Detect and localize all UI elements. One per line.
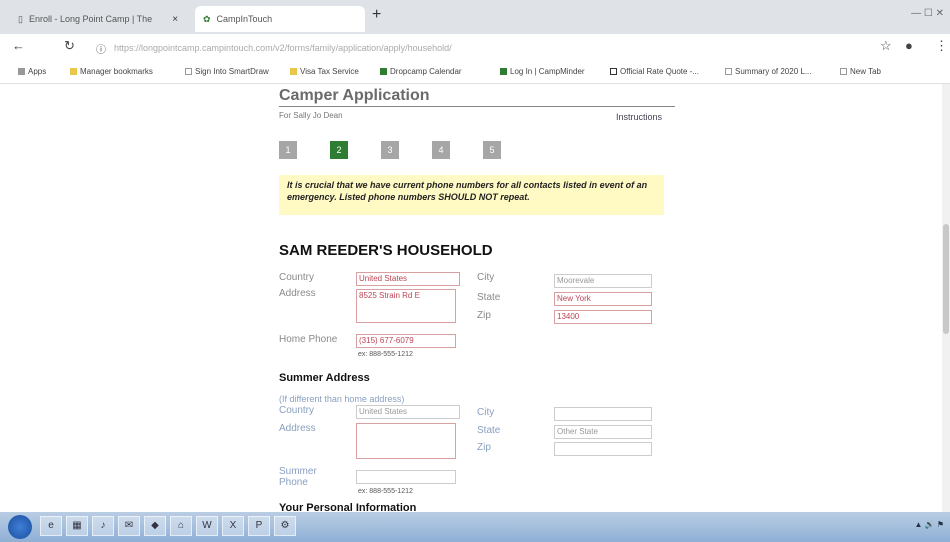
taskbar-app-icon[interactable]: ⚙ bbox=[274, 516, 296, 536]
bookmark-item[interactable]: Official Rate Quote -... bbox=[610, 67, 699, 76]
reload-icon[interactable]: ↻ bbox=[64, 38, 75, 54]
phone-notice: It is crucial that we have current phone… bbox=[279, 175, 664, 215]
page-icon: ▯ bbox=[18, 13, 23, 24]
star-icon[interactable]: ☆ bbox=[880, 38, 892, 54]
step-1[interactable]: 1 bbox=[279, 141, 297, 159]
folder-icon bbox=[290, 68, 297, 75]
folder-icon bbox=[70, 68, 77, 75]
system-tray[interactable]: ▲ 🔊 ⚑ bbox=[915, 520, 945, 529]
taskbar-app-icon[interactable]: P bbox=[248, 516, 270, 536]
tab-label: Enroll - Long Point Camp | The bbox=[28, 14, 153, 24]
back-icon[interactable]: ← bbox=[12, 38, 25, 53]
summer-state-select[interactable]: Other State bbox=[554, 425, 652, 439]
city-label: City bbox=[477, 272, 495, 283]
green-icon bbox=[500, 68, 507, 75]
page-icon bbox=[185, 68, 192, 75]
summer-address-input[interactable] bbox=[356, 423, 456, 459]
taskbar-app-icon[interactable]: e bbox=[40, 516, 62, 536]
bookmark-item[interactable]: New Tab bbox=[840, 67, 881, 76]
scrollbar-thumb[interactable] bbox=[943, 224, 949, 334]
zip-input[interactable]: 13400 bbox=[554, 310, 652, 324]
summer-phone-input[interactable] bbox=[356, 470, 456, 484]
instructions-link[interactable]: Instructions bbox=[616, 112, 662, 122]
country-label: Country bbox=[279, 272, 315, 283]
browser-tab-bar: ▯ Enroll - Long Point Camp | The × ✿ Cam… bbox=[0, 0, 950, 34]
divider bbox=[279, 106, 675, 107]
taskbar-app-icon[interactable]: ♪ bbox=[92, 516, 114, 536]
summer-city-label: City bbox=[477, 407, 495, 418]
summer-zip-label: Zip bbox=[477, 442, 491, 453]
profile-icon[interactable]: ● bbox=[905, 38, 913, 53]
summer-address-label: Address bbox=[279, 423, 316, 434]
taskbar-app-icon[interactable]: ⌂ bbox=[170, 516, 192, 536]
step-4[interactable]: 4 bbox=[432, 141, 450, 159]
summer-address-note: (If different than home address) bbox=[279, 394, 405, 404]
bookmark-item[interactable]: Summary of 2020 L... bbox=[725, 67, 811, 76]
bookmark-item[interactable]: Dropcamp Calendar bbox=[380, 67, 462, 76]
apps-icon bbox=[18, 68, 25, 75]
tab-label: CampInTouch bbox=[216, 14, 273, 24]
summer-city-input[interactable] bbox=[554, 407, 652, 421]
taskbar-app-icon[interactable]: ✉ bbox=[118, 516, 140, 536]
window-controls[interactable]: — ☐ ✕ bbox=[911, 8, 944, 19]
summer-country-label: Country bbox=[279, 405, 315, 416]
bookmark-item[interactable]: Visa Tax Service bbox=[290, 67, 359, 76]
step-5[interactable]: 5 bbox=[483, 141, 501, 159]
bookmarks-bar: Apps Manager bookmarks Sign Into SmartDr… bbox=[0, 62, 950, 84]
phone-hint: ex: 888-555-1212 bbox=[358, 351, 413, 358]
state-select[interactable]: New York bbox=[554, 292, 652, 306]
summer-address-heading: Summer Address bbox=[279, 372, 370, 384]
taskbar-app-icon[interactable]: X bbox=[222, 516, 244, 536]
scrollbar[interactable] bbox=[942, 84, 950, 512]
home-phone-input[interactable]: (315) 677-6079 bbox=[356, 334, 456, 348]
summer-phone-label: Summer Phone bbox=[279, 466, 317, 488]
state-label: State bbox=[477, 292, 501, 303]
bookmark-item[interactable]: Sign Into SmartDraw bbox=[185, 67, 269, 76]
taskbar-app-icon[interactable]: ◆ bbox=[144, 516, 166, 536]
bookmark-item[interactable]: Manager bookmarks bbox=[70, 67, 153, 76]
home-phone-label: Home Phone bbox=[279, 334, 338, 345]
mail-icon bbox=[610, 68, 617, 75]
menu-icon[interactable]: ⋮ bbox=[935, 38, 948, 54]
taskbar-app-icon[interactable]: ▦ bbox=[66, 516, 88, 536]
tab-enroll[interactable]: ▯ Enroll - Long Point Camp | The × bbox=[10, 6, 190, 32]
step-3[interactable]: 3 bbox=[381, 141, 399, 159]
close-tab-icon[interactable]: × bbox=[172, 14, 178, 25]
summer-state-label: State bbox=[477, 425, 501, 436]
new-tab-button[interactable]: + bbox=[372, 6, 381, 24]
camper-name: For Sally Jo Dean bbox=[279, 111, 343, 120]
summer-phone-hint: ex: 888-555-1212 bbox=[358, 488, 413, 495]
bookmark-item[interactable]: Apps bbox=[18, 67, 46, 76]
step-2[interactable]: 2 bbox=[330, 141, 348, 159]
zip-label: Zip bbox=[477, 310, 491, 321]
page-icon bbox=[725, 68, 732, 75]
address-label: Address bbox=[279, 288, 316, 299]
page-title: Camper Application bbox=[279, 87, 430, 104]
summer-zip-input[interactable] bbox=[554, 442, 652, 456]
address-input[interactable]: 8525 Strain Rd E bbox=[356, 289, 456, 323]
bookmark-item[interactable]: Log In | CampMinder bbox=[500, 67, 585, 76]
country-select[interactable]: United States bbox=[356, 272, 460, 286]
taskbar bbox=[0, 512, 950, 542]
tab-campintouch[interactable]: ✿ CampInTouch bbox=[195, 6, 365, 32]
green-icon bbox=[380, 68, 387, 75]
start-button[interactable] bbox=[8, 515, 32, 539]
green-leaf-icon: ✿ bbox=[203, 13, 211, 24]
household-heading: SAM REEDER'S HOUSEHOLD bbox=[279, 242, 493, 259]
page-icon bbox=[840, 68, 847, 75]
address-bar[interactable]: https://longpointcamp.campintouch.com/v2… bbox=[96, 38, 856, 58]
step-indicator: 1 2 3 4 5 bbox=[279, 141, 501, 159]
summer-country-select[interactable]: United States bbox=[356, 405, 460, 419]
city-input[interactable]: Moorevale bbox=[554, 274, 652, 288]
taskbar-app-icon[interactable]: W bbox=[196, 516, 218, 536]
